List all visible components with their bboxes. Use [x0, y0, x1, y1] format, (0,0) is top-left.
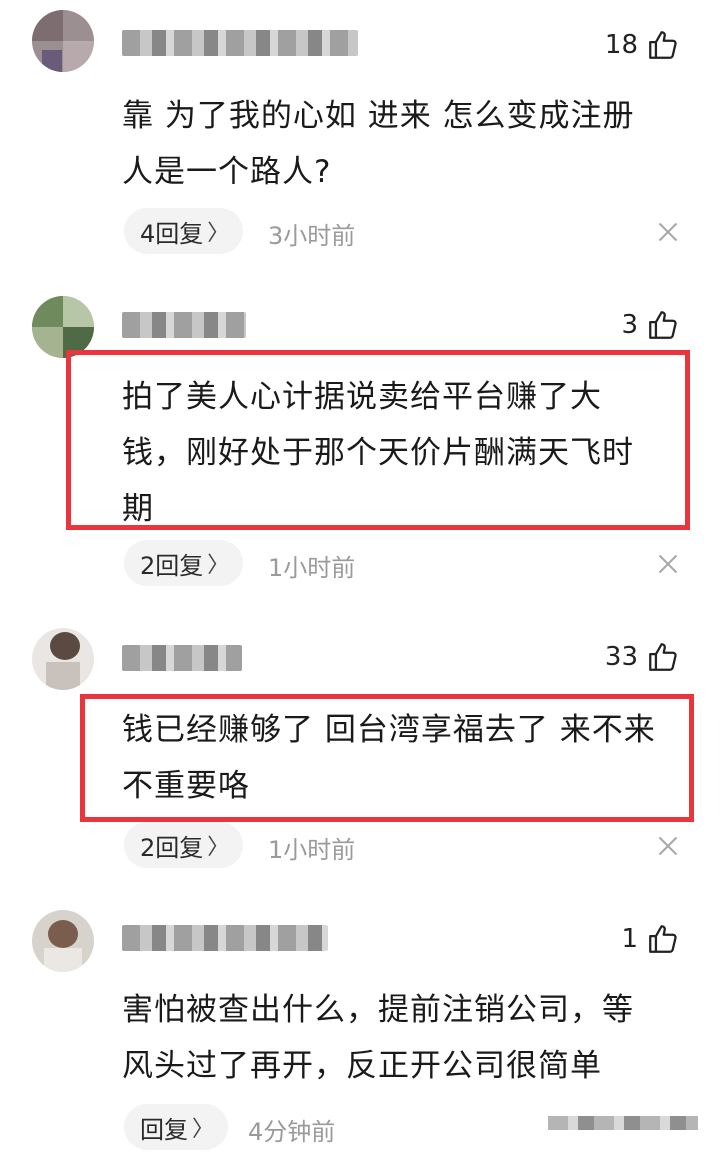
username-blurred[interactable] — [122, 645, 242, 671]
comment-line: 风头过了再开，反正开公司很简单 — [122, 1048, 602, 1084]
like-button[interactable]: 18 — [605, 28, 680, 62]
close-icon[interactable] — [658, 222, 678, 242]
thumbs-up-icon — [649, 643, 677, 671]
reply-label: 2回复 — [140, 833, 204, 862]
timestamp: 1小时前 — [268, 836, 356, 864]
avatar[interactable] — [32, 10, 94, 72]
avatar[interactable] — [32, 910, 94, 972]
chevron-right-icon: 〉 — [207, 553, 230, 578]
like-count: 18 — [604, 30, 638, 60]
thumbs-up-icon — [649, 311, 677, 339]
comment-text: 害怕被查出什么，提前注销公司，等 风头过了再开，反正开公司很简单 — [122, 982, 682, 1094]
comment-line: 钱，刚好处于那个天价片酬满天飞时 — [122, 435, 634, 471]
chevron-right-icon: 〉 — [207, 835, 230, 860]
comment-text: 钱已经赚够了 回台湾享福去了 来不来 不重要咯 — [122, 702, 682, 814]
blurred-watermark — [548, 1116, 698, 1130]
username-blurred[interactable] — [122, 925, 328, 951]
like-button[interactable]: 33 — [605, 640, 680, 674]
comment-line: 钱已经赚够了 回台湾享福去了 来不来 — [122, 712, 656, 748]
like-count: 1 — [621, 924, 638, 954]
reply-button[interactable]: 回复 〉 — [124, 1104, 229, 1150]
thumbs-up-icon — [649, 31, 677, 59]
like-button[interactable]: 1 — [621, 922, 680, 956]
reply-button[interactable]: 2回复 〉 — [124, 822, 244, 868]
comment-line: 人是一个路人? — [122, 154, 332, 190]
username-blurred[interactable] — [122, 312, 246, 338]
comment-line: 期 — [122, 491, 154, 527]
comment-text: 靠 为了我的心如 进来 怎么变成注册 人是一个路人? — [122, 88, 682, 200]
username-blurred[interactable] — [122, 30, 358, 56]
close-icon[interactable] — [658, 836, 678, 856]
comment-line: 靠 为了我的心如 进来 怎么变成注册 — [122, 98, 635, 134]
like-button[interactable]: 3 — [621, 308, 680, 342]
close-icon[interactable] — [658, 554, 678, 574]
reply-button[interactable]: 2回复 〉 — [124, 540, 244, 586]
comment-line: 拍了美人心计据说卖给平台赚了大 — [122, 379, 602, 415]
avatar[interactable] — [32, 628, 94, 690]
reply-label: 4回复 — [140, 219, 204, 248]
reply-label: 回复 — [140, 1115, 188, 1144]
chevron-right-icon: 〉 — [192, 1117, 215, 1142]
like-count: 3 — [621, 310, 638, 340]
avatar[interactable] — [32, 296, 94, 358]
timestamp: 3小时前 — [268, 222, 356, 250]
comment-line: 害怕被查出什么，提前注销公司，等 — [122, 992, 634, 1028]
comment-line: 不重要咯 — [122, 768, 250, 804]
comment-text: 拍了美人心计据说卖给平台赚了大 钱，刚好处于那个天价片酬满天飞时 期 — [122, 369, 682, 537]
like-count: 33 — [604, 642, 638, 672]
reply-button[interactable]: 4回复 〉 — [124, 208, 244, 254]
reply-label: 2回复 — [140, 551, 204, 580]
timestamp: 4分钟前 — [248, 1118, 336, 1146]
thumbs-up-icon — [649, 925, 677, 953]
chevron-right-icon: 〉 — [207, 221, 230, 246]
timestamp: 1小时前 — [268, 554, 356, 582]
